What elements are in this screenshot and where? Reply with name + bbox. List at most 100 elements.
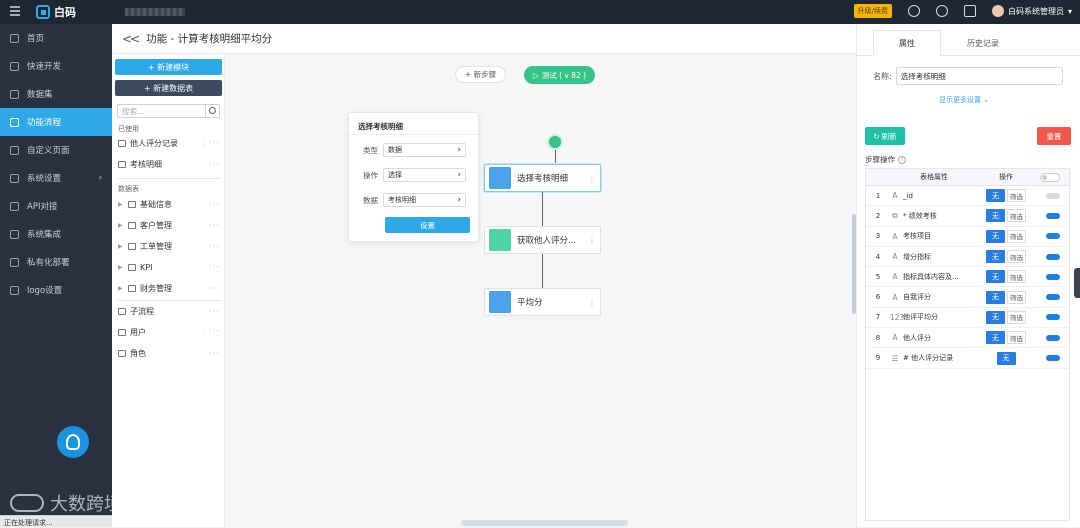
start-flag-icon[interactable]: [547, 134, 563, 150]
new-dataset-button[interactable]: + 新建数据表: [115, 80, 222, 96]
tree-item-role[interactable]: 角色 ···: [118, 346, 220, 360]
upgrade-button[interactable]: 升级/续费: [853, 4, 892, 18]
more-icon[interactable]: ···: [209, 263, 220, 272]
step-node-fetch[interactable]: 获取他人评分... ⋮: [484, 226, 601, 254]
tree-folder-0[interactable]: ▶ 基础信息 ···: [118, 197, 220, 211]
more-icon[interactable]: ⫶ ···: [203, 138, 220, 148]
page-icon: [10, 145, 19, 155]
tree-folder-1[interactable]: ▶ 客户管理 ···: [118, 218, 220, 232]
none-button[interactable]: 无: [986, 270, 1005, 284]
type-select[interactable]: 数据: [383, 143, 466, 157]
show-more-link[interactable]: 显示更多设置 ⌄: [939, 95, 989, 105]
settings-icon: [10, 173, 19, 183]
help-icon[interactable]: ?: [898, 155, 906, 164]
tab-history[interactable]: 历史记录: [953, 30, 1013, 56]
filter-button[interactable]: 筛选: [1007, 310, 1026, 324]
tree-item-user[interactable]: 用户 ⫶ ···: [118, 325, 220, 339]
play-circle-icon[interactable]: [907, 5, 920, 17]
app-logo[interactable]: 白码: [36, 4, 76, 20]
refresh-icon: ↻: [873, 131, 880, 141]
toggle-all-switch[interactable]: [1040, 172, 1060, 182]
tree-item-used-1[interactable]: 考核明细 ···: [118, 157, 220, 171]
more-icon[interactable]: ···: [209, 349, 220, 358]
sidebar-item-private-deploy[interactable]: 私有化部署: [0, 248, 112, 276]
more-icon[interactable]: ···: [209, 242, 220, 251]
settings-button[interactable]: 设置: [385, 217, 470, 233]
filter-button[interactable]: 筛选: [1007, 331, 1026, 345]
help-icon[interactable]: [963, 5, 976, 17]
data-select[interactable]: 考核明细: [383, 193, 466, 207]
operation-select[interactable]: 选择: [383, 168, 466, 182]
filter-button[interactable]: 筛选: [1007, 229, 1026, 243]
sidebar-item-quick-dev[interactable]: 快速开发: [0, 52, 112, 80]
test-button[interactable]: ▷ 测试 ( v 82 ): [524, 66, 595, 84]
watermark: 大数跨境: [10, 490, 122, 516]
more-icon[interactable]: ···: [209, 221, 220, 230]
more-icon[interactable]: ···: [209, 307, 220, 316]
tree-folder-2[interactable]: ▶ 工单管理 ···: [118, 239, 220, 253]
tree-item-used-0[interactable]: 他人评分记录 ⫶ ···: [118, 136, 220, 150]
filter-button[interactable]: 筛选: [1007, 270, 1026, 284]
tree-folder-3[interactable]: ▶ KPI ···: [118, 260, 220, 274]
menu-toggle-icon[interactable]: [10, 6, 20, 16]
sidebar-item-custom-page[interactable]: 自定义页面: [0, 136, 112, 164]
more-icon[interactable]: ⫶ ···: [203, 327, 220, 337]
more-vertical-icon[interactable]: ⋮: [588, 298, 596, 307]
none-button[interactable]: 无: [986, 229, 1005, 243]
database-icon: [10, 89, 19, 99]
more-icon[interactable]: ···: [209, 284, 220, 293]
add-step-button[interactable]: + 新步骤: [455, 66, 506, 83]
filter-button[interactable]: 筛选: [1007, 250, 1026, 264]
row-toggle-switch[interactable]: [1046, 253, 1060, 260]
filter-button[interactable]: 筛选: [1007, 189, 1026, 203]
flow-canvas[interactable]: + 新步骤 ▷ 测试 ( v 82 ) 选择考核明细 类型数据 操作选择 数据考…: [225, 54, 856, 527]
none-button[interactable]: 无: [996, 351, 1016, 365]
user-menu[interactable]: 白码系统管理员 ▾: [991, 5, 1072, 17]
sidebar-item-api[interactable]: API对接: [0, 192, 112, 220]
tree-folder-4[interactable]: ▶ 财务管理 ···: [118, 281, 220, 295]
row-toggle-switch[interactable]: [1046, 294, 1060, 301]
name-field[interactable]: 选择考核明细: [895, 67, 1063, 85]
row-toggle-switch[interactable]: [1046, 192, 1060, 199]
none-button[interactable]: 无: [986, 310, 1005, 324]
table-row: 6 A 自我评分 无筛选: [866, 287, 1069, 308]
row-toggle-switch[interactable]: [1046, 273, 1060, 280]
sidebar-item-home[interactable]: 首页: [0, 24, 112, 52]
none-button[interactable]: 无: [986, 189, 1005, 203]
more-vertical-icon[interactable]: ⋮: [588, 174, 596, 183]
filter-button[interactable]: 筛选: [1007, 290, 1026, 304]
sidebar-item-integration[interactable]: 系统集成: [0, 220, 112, 248]
lightbulb-icon[interactable]: [57, 426, 89, 458]
sidebar-item-dataset[interactable]: 数据集: [0, 80, 112, 108]
bell-icon[interactable]: [935, 5, 948, 17]
sidebar-item-logo[interactable]: logo设置: [0, 276, 112, 304]
horizontal-scrollbar[interactable]: [461, 520, 628, 526]
step-node-select[interactable]: 选择考核明细 ⋮: [484, 164, 601, 192]
filter-button[interactable]: 筛选: [1007, 209, 1026, 223]
row-toggle-switch[interactable]: [1046, 233, 1060, 240]
search-icon[interactable]: [205, 105, 219, 117]
step-node-average[interactable]: 平均分 ⋮: [484, 288, 601, 316]
none-button[interactable]: 无: [986, 209, 1005, 223]
row-toggle-switch[interactable]: [1046, 212, 1060, 219]
double-chevron-left-icon[interactable]: <<: [122, 32, 140, 46]
tree-item-subflow[interactable]: 子流程 ···: [118, 304, 220, 318]
search-input[interactable]: 搜索...: [117, 104, 220, 118]
sidebar-item-settings[interactable]: 系统设置 ›: [0, 164, 112, 192]
none-button[interactable]: 无: [986, 290, 1005, 304]
row-toggle-switch[interactable]: [1046, 355, 1060, 362]
reset-button[interactable]: 重置: [1037, 127, 1071, 145]
table-row: 7 123 他评平均分无筛选: [866, 308, 1069, 329]
edge-handle[interactable]: [1074, 268, 1080, 298]
more-vertical-icon[interactable]: ⋮: [588, 236, 596, 245]
new-module-button[interactable]: + 新建模块: [115, 59, 222, 75]
more-icon[interactable]: ···: [209, 200, 220, 209]
sidebar-item-flow[interactable]: 功能流程: [0, 108, 112, 136]
row-toggle-switch[interactable]: [1046, 334, 1060, 341]
none-button[interactable]: 无: [986, 331, 1005, 345]
none-button[interactable]: 无: [986, 250, 1005, 264]
refresh-button[interactable]: ↻ 刷新: [865, 127, 905, 145]
tab-properties[interactable]: 属性: [873, 30, 941, 56]
more-icon[interactable]: ···: [209, 160, 220, 169]
row-toggle-switch[interactable]: [1046, 314, 1060, 321]
